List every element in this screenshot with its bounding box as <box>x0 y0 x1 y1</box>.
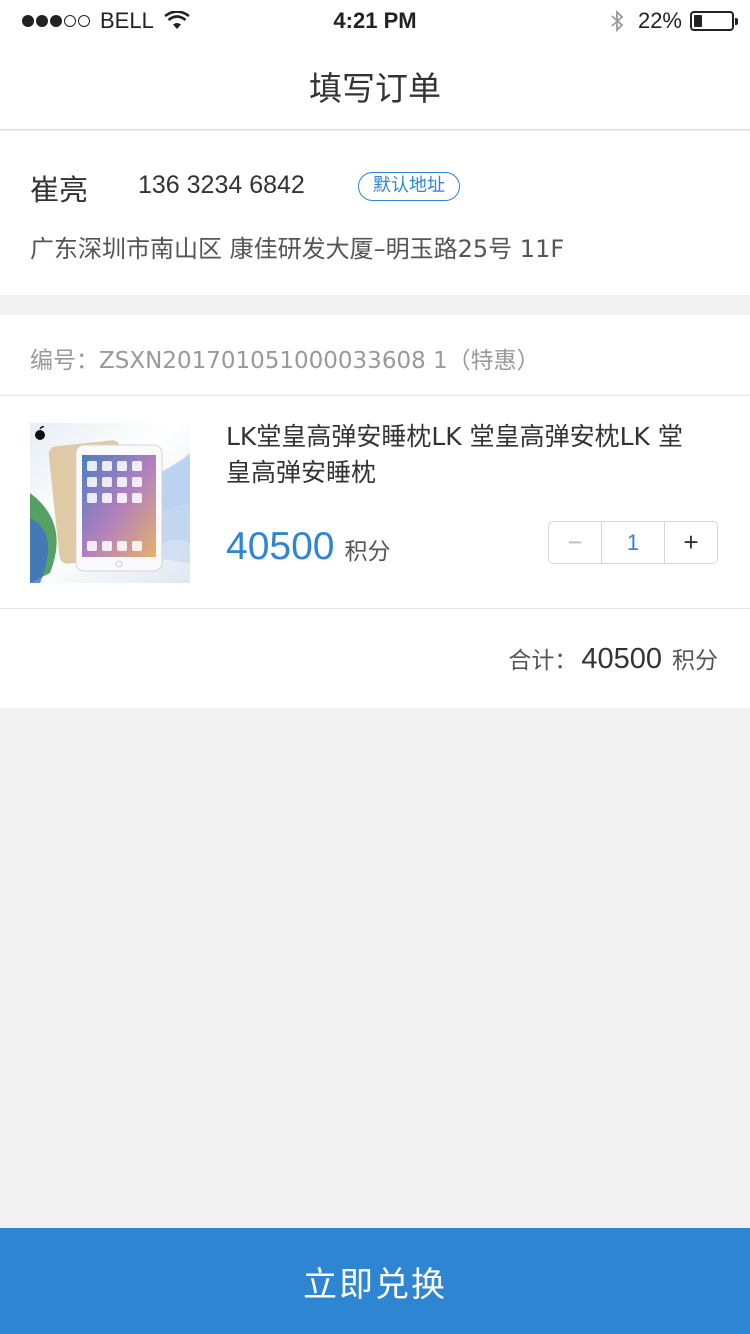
redeem-now-button[interactable]: 立即兑换 <box>0 1228 750 1334</box>
nav-bar: 填写订单 <box>0 42 750 130</box>
product-price: 40500 积分 <box>226 525 390 569</box>
total-value: 40500 <box>581 643 662 675</box>
quantity-stepper: − 1 + <box>548 521 718 564</box>
status-bar: BELL 4:21 PM 22% <box>0 0 750 42</box>
bluetooth-icon <box>611 10 624 32</box>
default-address-badge: 默认地址 <box>358 172 460 201</box>
price-unit: 积分 <box>344 539 391 565</box>
address-detail: 广东深圳市南山区 康佳研发大厦–明玉路25号 11F <box>30 235 565 263</box>
decrease-button[interactable]: − <box>549 522 602 563</box>
order-card: 编号：ZSXN201701051000033608 1（特惠） LK堂皇高弹安睡… <box>0 315 750 708</box>
order-total: 合计： 40500 积分 <box>508 641 718 676</box>
order-number: 编号：ZSXN201701051000033608 1（特惠） <box>30 348 540 374</box>
recipient-name: 崔亮 <box>30 173 89 207</box>
product-illustration <box>30 426 190 583</box>
recipient-phone: 136 3234 6842 <box>138 171 305 199</box>
divider <box>0 608 750 609</box>
status-bar-right: 22% <box>610 8 738 34</box>
increase-button[interactable]: + <box>664 522 717 563</box>
battery-icon <box>690 11 738 31</box>
product-name[interactable]: LK堂皇高弹安睡枕LK 堂皇高弹安枕LK 堂皇高弹安睡枕 <box>226 419 696 491</box>
tablet-product-image[interactable] <box>30 423 190 583</box>
address-card[interactable]: 崔亮 136 3234 6842 默认地址 广东深圳市南山区 康佳研发大厦–明玉… <box>0 131 750 295</box>
quantity-value[interactable]: 1 <box>602 522 664 563</box>
total-unit: 积分 <box>672 648 718 674</box>
total-label: 合计： <box>508 648 578 674</box>
battery-percent: 22% <box>637 8 682 33</box>
price-value: 40500 <box>226 525 335 568</box>
battery-level <box>694 15 702 27</box>
divider <box>0 395 750 396</box>
page-title: 填写订单 <box>309 69 441 108</box>
